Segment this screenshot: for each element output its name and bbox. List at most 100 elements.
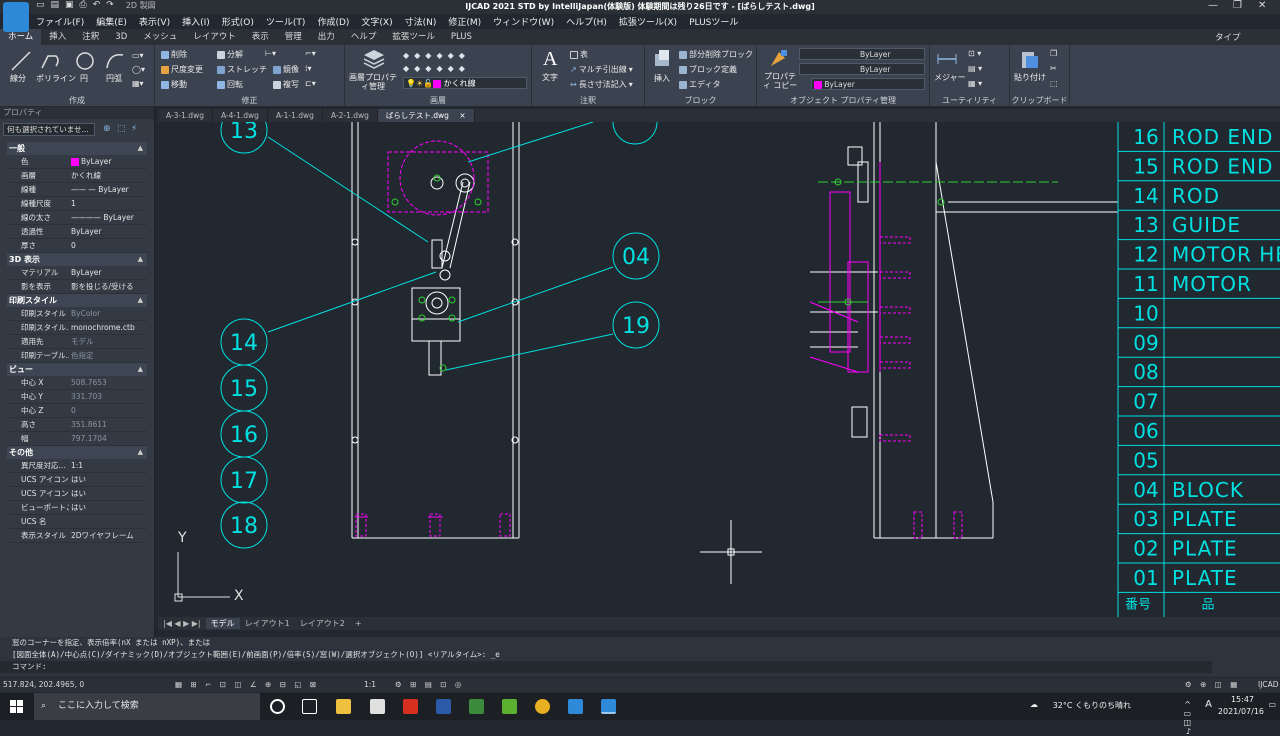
cut-icon[interactable]: ✂ bbox=[1050, 64, 1057, 73]
tab-plus[interactable]: PLUS bbox=[443, 29, 480, 45]
scale-button[interactable]: 尺度変更 bbox=[161, 64, 203, 75]
selection-dropdown[interactable]: 何も選択されていませ... bbox=[3, 123, 95, 136]
arc-icon[interactable] bbox=[104, 50, 126, 72]
tab-view[interactable]: 表示 bbox=[244, 29, 277, 45]
prop-value[interactable]: ———— ByLayer bbox=[69, 211, 147, 224]
menu-text[interactable]: 文字(X) bbox=[361, 15, 392, 28]
prop-value[interactable]: —— — ByLayer bbox=[69, 183, 147, 196]
app-green-icon[interactable] bbox=[502, 699, 517, 714]
linear-dimension-button[interactable]: ↔ 長さ寸法記入 ▾ bbox=[570, 79, 633, 90]
explode-button[interactable]: 分解 bbox=[217, 49, 243, 60]
doc-tab-a-4-1[interactable]: A-4-1.dwg bbox=[213, 109, 268, 122]
prop-value[interactable]: 331.703 bbox=[69, 390, 147, 403]
linetype-dropdown[interactable]: ByLayer bbox=[799, 48, 925, 60]
line-button[interactable]: 線分 bbox=[10, 73, 26, 84]
count-icon[interactable]: ▤ ▾ bbox=[968, 64, 982, 73]
rectangle-icon[interactable]: ▭▾ bbox=[132, 51, 144, 60]
move-button[interactable]: 移動 bbox=[161, 79, 187, 90]
prop-value[interactable]: はい bbox=[69, 473, 147, 486]
prop-value[interactable]: ByLayer bbox=[69, 266, 147, 279]
doc-tab-a-2-1[interactable]: A-2-1.dwg bbox=[323, 109, 378, 122]
quick-select-palette-icon[interactable]: ⚡ bbox=[131, 124, 137, 134]
app-star-icon[interactable] bbox=[436, 699, 451, 714]
chrome-icon[interactable] bbox=[535, 699, 550, 714]
prop-row[interactable]: 表示スタイル 2Dワイヤフレーム bbox=[7, 529, 147, 543]
app-logo-icon[interactable] bbox=[3, 2, 29, 32]
prop-section-header[interactable]: 印刷スタイル ▲ bbox=[7, 294, 147, 307]
collapse-icon[interactable]: ▲ bbox=[138, 142, 143, 155]
ijcad-taskbar-icon[interactable] bbox=[601, 699, 616, 714]
prop-row[interactable]: 中心 Y 331.703 bbox=[7, 390, 147, 404]
color-dropdown[interactable]: ByLayer bbox=[811, 78, 925, 90]
clock-date[interactable]: 2021/07/16 bbox=[1218, 707, 1264, 716]
erase-button[interactable]: 削除 bbox=[161, 49, 187, 60]
copy-button[interactable]: 複写 bbox=[273, 79, 299, 90]
prop-row[interactable]: 線の太さ ———— ByLayer bbox=[7, 211, 147, 225]
polyline-button[interactable]: ポリライン bbox=[36, 73, 76, 84]
menu-dimension[interactable]: 寸法(N) bbox=[405, 15, 437, 28]
menu-insert[interactable]: 挿入(I) bbox=[182, 15, 210, 28]
stretch-button[interactable]: ストレッチ bbox=[217, 64, 267, 75]
acrobat-icon[interactable] bbox=[403, 699, 418, 714]
table-button[interactable]: 表 bbox=[570, 49, 588, 60]
prop-value[interactable]: monochrome.ctb bbox=[69, 321, 147, 334]
tab-layout1[interactable]: レイアウト1 bbox=[240, 618, 295, 629]
rotate-button[interactable]: 回転 bbox=[217, 79, 243, 90]
pick-add-icon[interactable]: ⊕ bbox=[103, 124, 111, 134]
close-icon[interactable]: ✕ bbox=[1258, 0, 1266, 11]
partial-delete-block-button[interactable]: 部分削除ブロック bbox=[679, 49, 753, 60]
collapse-icon[interactable]: ▲ bbox=[138, 253, 143, 266]
prop-section-header[interactable]: その他 ▲ bbox=[7, 446, 147, 459]
prop-value[interactable]: はい bbox=[69, 501, 147, 514]
array-icon[interactable]: ⁞▾ bbox=[305, 64, 312, 73]
prop-value[interactable]: 色指定 bbox=[69, 349, 147, 362]
prop-row[interactable]: 印刷テーブル... 色指定 bbox=[7, 349, 147, 363]
status-tools[interactable]: ⚙ ⊞ ▤ ⊡ ◎ bbox=[395, 678, 464, 692]
arc-button[interactable]: 円弧 bbox=[106, 73, 122, 84]
tab-model[interactable]: モデル bbox=[205, 618, 240, 629]
collapse-icon[interactable]: ▲ bbox=[138, 446, 143, 459]
doc-tab-a-3-1[interactable]: A-3-1.dwg bbox=[158, 109, 213, 122]
lineweight-dropdown[interactable]: ByLayer bbox=[799, 63, 925, 75]
quick-select-icon[interactable]: ⊡ ▾ bbox=[968, 49, 981, 58]
prop-value[interactable]: 1 bbox=[69, 197, 147, 210]
prop-value[interactable]: ByLayer bbox=[69, 155, 147, 168]
layer-dropdown[interactable]: 💡☀🔓 かくれ線 bbox=[403, 77, 527, 89]
ime-indicator[interactable]: A bbox=[1205, 699, 1212, 710]
clip-extra-icon[interactable]: ⬚ bbox=[1050, 79, 1058, 88]
clock-time[interactable]: 15:47 bbox=[1231, 695, 1254, 704]
tab-add-layout[interactable]: + bbox=[350, 619, 367, 628]
status-right-icons[interactable]: ⚙ ⊕ ◫ ▦ bbox=[1185, 678, 1240, 692]
minimize-icon[interactable]: — bbox=[1208, 0, 1218, 11]
prop-row[interactable]: 中心 X 508.7653 bbox=[7, 376, 147, 390]
prop-value[interactable]: 508.7653 bbox=[69, 376, 147, 389]
prop-row[interactable]: 異尺度対応... 1:1 bbox=[7, 459, 147, 473]
offset-icon[interactable]: ⊏▾ bbox=[305, 79, 316, 88]
prop-section-header[interactable]: 3D 表示 ▲ bbox=[7, 253, 147, 266]
prop-value[interactable]: 1:1 bbox=[69, 459, 147, 472]
ellipse-icon[interactable]: ◯▾ bbox=[132, 65, 145, 74]
prop-row[interactable]: 高さ 351.8611 bbox=[7, 418, 147, 432]
cortana-icon[interactable] bbox=[270, 699, 285, 714]
prop-value[interactable] bbox=[69, 515, 147, 528]
text-icon[interactable]: A bbox=[543, 48, 557, 71]
doc-tab-a-1-1[interactable]: A-1-1.dwg bbox=[268, 109, 323, 122]
prop-row[interactable]: 中心 Z 0 bbox=[7, 404, 147, 418]
collapse-icon[interactable]: ▲ bbox=[138, 294, 143, 307]
prop-row[interactable]: 適用先 モデル bbox=[7, 335, 147, 349]
app-check-icon[interactable] bbox=[469, 699, 484, 714]
prop-row[interactable]: 線種尺度 1 bbox=[7, 197, 147, 211]
insert-block-icon[interactable] bbox=[651, 48, 673, 70]
layout-nav-icon[interactable]: |◀ ◀ ▶ ▶| bbox=[158, 619, 206, 628]
prop-row[interactable]: 透過性 ByLayer bbox=[7, 225, 147, 239]
insert-block-button[interactable]: 挿入 bbox=[654, 73, 670, 84]
select-objects-icon[interactable]: ⬚ bbox=[117, 124, 126, 134]
prop-value[interactable]: 797.1704 bbox=[69, 432, 147, 445]
drafting-toggles[interactable]: ▦ ⊞ ⌐ ⊡ ◫ ∠ ⊕ ⊟ ◱ ⊠ bbox=[175, 678, 319, 692]
menu-extension[interactable]: 拡張ツール(X) bbox=[619, 15, 677, 28]
tab-manage[interactable]: 管理 bbox=[277, 29, 310, 45]
command-input[interactable]: コマンド: bbox=[0, 661, 1212, 673]
collapse-icon[interactable]: ▲ bbox=[138, 363, 143, 376]
tab-layout[interactable]: レイアウト bbox=[185, 29, 244, 45]
calculator-icon[interactable]: ▦ ▾ bbox=[968, 79, 982, 88]
